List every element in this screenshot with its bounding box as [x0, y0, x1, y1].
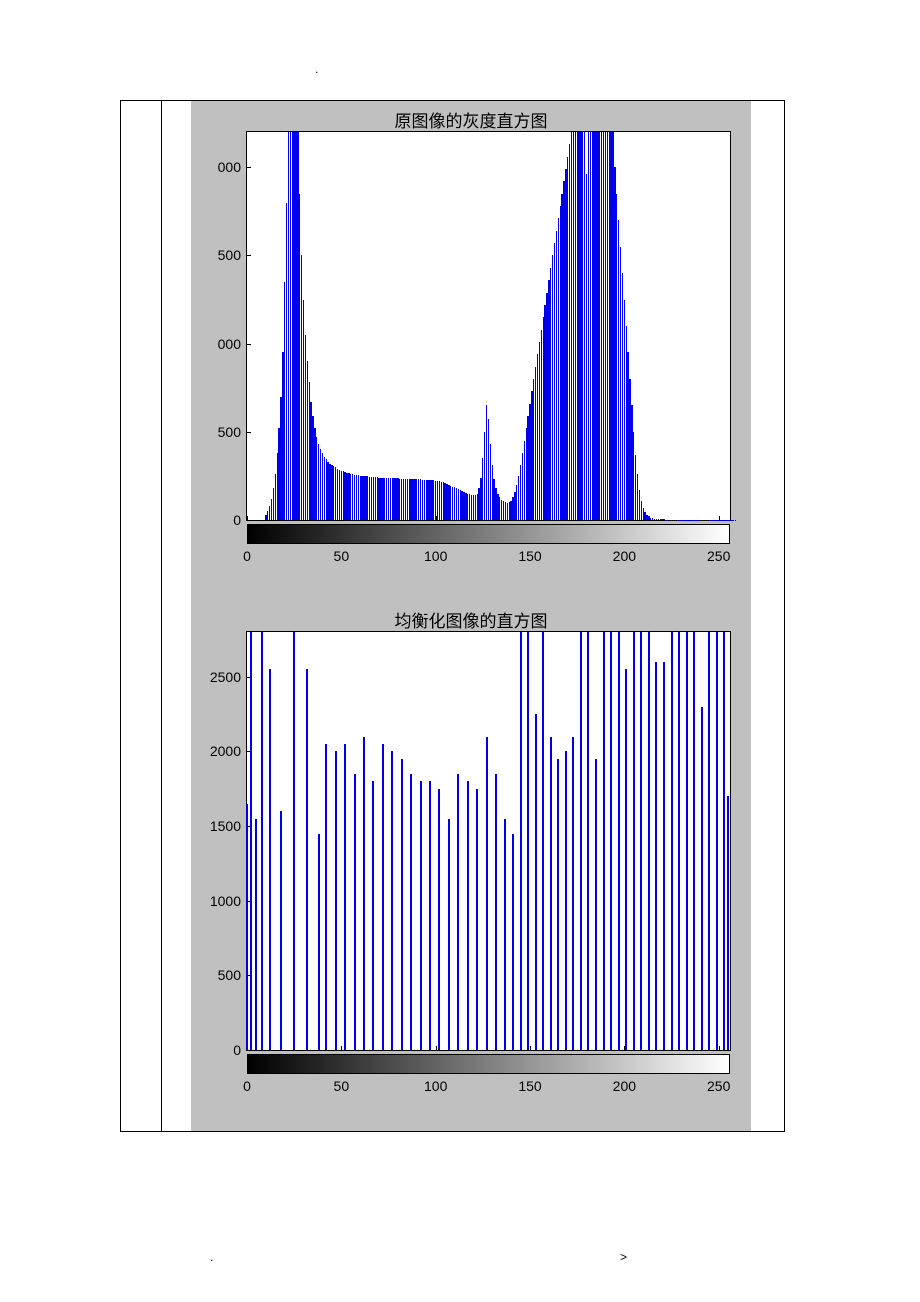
colorbar-2 [247, 1054, 730, 1074]
histogram-bar [363, 737, 365, 1051]
page-dot-bl: . [210, 1250, 213, 1264]
xtick-label: 0 [243, 1078, 251, 1094]
histogram-bar [520, 632, 522, 1050]
ytick-label: 1500 [210, 818, 247, 834]
ytick-label: 2000 [210, 743, 247, 759]
histogram-bar [542, 632, 544, 1050]
histogram-bar [467, 781, 469, 1050]
histogram-bar [587, 632, 589, 1050]
histogram-bar [448, 819, 450, 1050]
histogram-bar [293, 632, 295, 1050]
histogram-bar [572, 737, 574, 1051]
histogram-bar [557, 759, 559, 1050]
histogram-bar [410, 774, 412, 1050]
xtick-label: 200 [613, 548, 636, 564]
histogram-bar [671, 632, 673, 1050]
xtick-label: 100 [424, 1078, 447, 1094]
plot-area-2: 05001000150020002500050100150200250 [246, 631, 731, 1051]
page-frame: 原图像的灰度直方图 0500000500000050100150200250 均… [120, 100, 785, 1132]
histogram-bar [457, 774, 459, 1050]
histogram-bar [527, 632, 529, 1050]
histogram-bar [595, 759, 597, 1050]
ytick-label: 500 [218, 967, 247, 983]
histogram-bar [280, 811, 282, 1050]
histogram-bar [246, 804, 248, 1050]
histogram-bar [504, 819, 506, 1050]
histogram-bar [610, 632, 612, 1050]
histogram-bar [693, 632, 695, 1050]
chart-original-histogram: 原图像的灰度直方图 0500000500000050100150200250 [191, 101, 751, 601]
histogram-bar [401, 759, 403, 1050]
ytick-label: 0 [233, 1042, 247, 1058]
chart-title-1: 原图像的灰度直方图 [191, 101, 751, 132]
histogram-bar [625, 669, 627, 1050]
charts-container: 原图像的灰度直方图 0500000500000050100150200250 均… [161, 101, 784, 1131]
histogram-bar [580, 632, 582, 1050]
histogram-bar [618, 632, 620, 1050]
ytick-label: 500 [218, 424, 247, 440]
histogram-bar [438, 789, 440, 1050]
xtick-label: 200 [613, 1078, 636, 1094]
xtick-label: 250 [707, 548, 730, 564]
histogram-bar [372, 781, 374, 1050]
histogram-bar [391, 751, 393, 1050]
histogram-bar [550, 737, 552, 1051]
histogram-bar [344, 744, 346, 1050]
ytick-label: 2500 [210, 669, 247, 685]
histogram-bar [335, 751, 337, 1050]
ytick-label: 0 [233, 512, 247, 528]
histogram-bar [495, 774, 497, 1050]
histogram-bar [306, 669, 308, 1050]
xtick-label: 150 [518, 1078, 541, 1094]
ytick-label: 1000 [210, 893, 247, 909]
histogram-bar [640, 632, 642, 1050]
xtick-label: 50 [334, 548, 350, 564]
xtick-label: 150 [518, 548, 541, 564]
xtick-label: 50 [334, 1078, 350, 1094]
histogram-bar [512, 834, 514, 1050]
histogram-bar [420, 781, 422, 1050]
ytick-label: 500 [218, 247, 247, 263]
histogram-bar [655, 662, 657, 1050]
page-dot-top: . [315, 62, 318, 76]
histogram-bar [354, 774, 356, 1050]
histogram-bar [261, 632, 263, 1050]
histogram-bar [633, 632, 635, 1050]
histogram-bar [476, 789, 478, 1050]
histogram-bar [486, 737, 488, 1051]
histogram-bar [648, 632, 650, 1050]
ytick-label: 000 [218, 336, 247, 352]
histogram-bar [716, 632, 718, 1050]
histogram-bar [723, 632, 725, 1050]
histogram-bar [250, 632, 252, 1050]
histogram-bar [565, 751, 567, 1050]
histogram-bar [678, 632, 680, 1050]
page-dot-br: > [620, 1250, 627, 1264]
histogram-bar [255, 819, 257, 1050]
histogram-bar [269, 669, 271, 1050]
histogram-bar [663, 662, 665, 1050]
ytick-label: 000 [218, 159, 247, 175]
histogram-bar [708, 632, 710, 1050]
chart-title-2: 均衡化图像的直方图 [191, 601, 751, 632]
xtick-label: 0 [243, 548, 251, 564]
histogram-bar [535, 714, 537, 1050]
histogram-bar [603, 632, 605, 1050]
colorbar-1 [247, 524, 730, 544]
xtick-label: 250 [707, 1078, 730, 1094]
histogram-bar [686, 632, 688, 1050]
histogram-bar [318, 834, 320, 1050]
histogram-bar [701, 707, 703, 1050]
histogram-bar [727, 796, 729, 1050]
histogram-bar [429, 781, 431, 1050]
chart-equalized-histogram: 均衡化图像的直方图 050010001500200025000501001502… [191, 601, 751, 1131]
histogram-bar [382, 744, 384, 1050]
left-strip [121, 101, 162, 1131]
plot-area-1: 0500000500000050100150200250 [246, 131, 731, 521]
histogram-bar [325, 744, 327, 1050]
xtick-label: 100 [424, 548, 447, 564]
